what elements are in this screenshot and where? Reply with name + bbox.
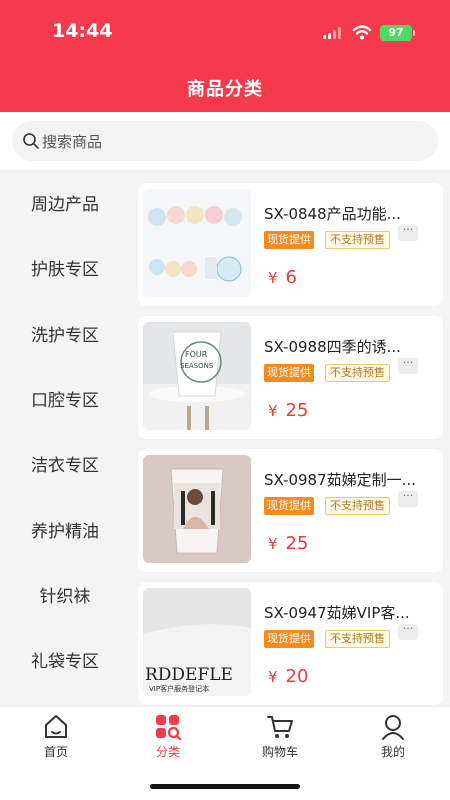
tab-cart[interactable]: 购物车 — [240, 713, 320, 760]
cup-print-line2: SEASONS — [180, 362, 214, 370]
sidebar-item-laundry[interactable]: 洁衣专区 — [0, 431, 130, 496]
notebook-image: RDDEFLE VIP客户服务登记本 — [143, 588, 251, 696]
cart-icon — [267, 716, 293, 738]
currency-symbol: ¥ — [268, 269, 278, 287]
tab-category[interactable]: 分类 — [128, 713, 208, 760]
sidebar-item-peripheral[interactable]: 周边产品 — [0, 170, 130, 235]
sidebar-item-washcare[interactable]: 洗护专区 — [0, 301, 130, 366]
battery-icon: 97 — [380, 25, 415, 41]
product-image — [143, 455, 251, 563]
no-presale-badge: 不支持预售 — [325, 497, 390, 515]
search-bar: 搜索商品 — [0, 112, 450, 170]
home-icon — [45, 715, 67, 738]
wifi-icon — [352, 25, 372, 40]
in-stock-badge: 现货提供 — [264, 630, 314, 648]
price-value: 25 — [285, 533, 309, 554]
in-stock-badge: 现货提供 — [264, 364, 314, 382]
tab-category-label: 分类 — [155, 745, 180, 759]
price-value: 25 — [285, 400, 309, 421]
photo-cup-image — [143, 455, 251, 563]
status-bar: 14:44 97 — [0, 0, 450, 62]
more-button[interactable]: ··· — [398, 623, 418, 640]
in-stock-badge: 现货提供 — [264, 497, 314, 515]
status-time: 14:44 — [52, 20, 113, 42]
more-button[interactable]: ··· — [398, 490, 418, 507]
product-card[interactable]: SX-0987茹娣定制一... 现货提供 不支持预售 ··· ¥25 — [138, 449, 443, 572]
more-button[interactable]: ··· — [398, 357, 418, 374]
currency-symbol: ¥ — [268, 402, 278, 420]
price-value: 6 — [285, 267, 297, 288]
tab-home[interactable]: 首页 — [16, 713, 96, 760]
product-image: RDDEFLE VIP客户服务登记本 — [143, 588, 251, 696]
product-card[interactable]: RDDEFLE VIP客户服务登记本 SX-0947茹娣VIP客... 现货提供… — [138, 582, 443, 705]
stickers-image — [143, 189, 251, 297]
tab-mine[interactable]: 我的 — [353, 713, 433, 760]
sidebar-item-socks[interactable]: 针织袜 — [0, 562, 130, 627]
currency-symbol: ¥ — [268, 668, 278, 686]
product-card[interactable]: SX-0848产品功能... 现货提供 不支持预售 ··· ¥6 — [138, 183, 443, 306]
no-presale-badge: 不支持预售 — [325, 231, 390, 249]
tab-cart-label: 购物车 — [261, 745, 298, 759]
search-input[interactable]: 搜索商品 — [12, 121, 438, 161]
sidebar-item-skincare[interactable]: 护肤专区 — [0, 235, 130, 300]
product-price: ¥25 — [268, 400, 308, 421]
product-price: ¥25 — [268, 533, 308, 554]
product-name: SX-0947茹娣VIP客... — [264, 604, 410, 622]
category-icon — [156, 715, 182, 741]
product-price: ¥6 — [268, 267, 297, 288]
product-list: SX-0848产品功能... 现货提供 不支持预售 ··· ¥6 FOUR SE… — [130, 170, 450, 706]
product-card[interactable]: FOUR SEASONS SX-0988四季的诱... 现货提供 不支持预售 ·… — [138, 316, 443, 439]
no-presale-badge: 不支持预售 — [325, 364, 390, 382]
product-image: FOUR SEASONS — [143, 322, 251, 430]
search-icon — [23, 133, 39, 149]
category-sidebar: 周边产品 护肤专区 洗护专区 口腔专区 洁衣专区 养护精油 针织袜 礼袋专区 — [0, 170, 130, 706]
tab-mine-label: 我的 — [380, 745, 405, 759]
no-presale-badge: 不支持预售 — [325, 630, 390, 648]
home-indicator — [150, 784, 300, 789]
signal-icon — [323, 27, 343, 39]
sidebar-item-oral[interactable]: 口腔专区 — [0, 366, 130, 431]
notebook-brand: RDDEFLE — [145, 665, 233, 685]
product-name: SX-0987茹娣定制一... — [264, 471, 416, 489]
in-stock-badge: 现货提供 — [264, 231, 314, 249]
product-name: SX-0848产品功能... — [264, 205, 401, 223]
product-price: ¥20 — [268, 666, 308, 687]
cup-print-line1: FOUR — [185, 350, 208, 359]
notebook-subtitle: VIP客户服务登记本 — [149, 684, 209, 693]
currency-symbol: ¥ — [268, 535, 278, 553]
sidebar-item-essential-oil[interactable]: 养护精油 — [0, 496, 130, 561]
sidebar-item-gift-bag[interactable]: 礼袋专区 — [0, 627, 130, 692]
search-placeholder: 搜索商品 — [42, 132, 103, 151]
user-icon — [382, 715, 404, 740]
price-value: 20 — [285, 666, 309, 687]
product-image — [143, 189, 251, 297]
cup-image: FOUR SEASONS — [143, 322, 251, 430]
page-title: 商品分类 — [187, 79, 263, 100]
product-name: SX-0988四季的诱... — [264, 338, 401, 356]
more-button[interactable]: ··· — [398, 224, 418, 241]
tab-home-label: 首页 — [43, 745, 68, 759]
header: 商品分类 — [0, 62, 450, 112]
